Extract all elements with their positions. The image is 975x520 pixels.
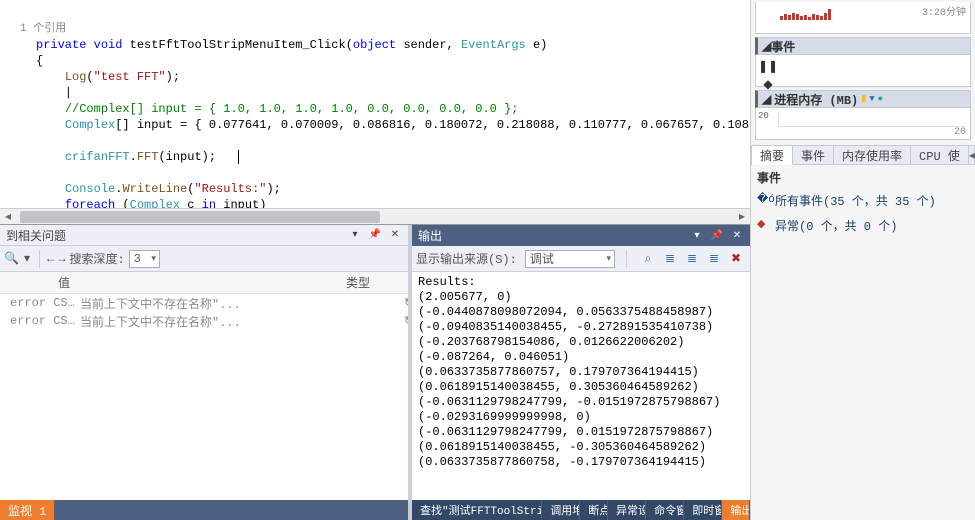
tab-memory[interactable]: 内存使用率 [834, 146, 911, 164]
pin-icon[interactable]: 📌 [710, 229, 724, 243]
timeline-label: 3:20分钟 [922, 3, 966, 19]
output-source-label: 显示输出来源(S): [416, 250, 517, 267]
close-icon[interactable]: ✕ [730, 229, 744, 243]
output-tab[interactable]: 调用堆栈 [542, 500, 580, 520]
output-panel: 输出 ▾ 📌 ✕ 显示输出来源(S): 调试 ⌕ ≣ ≣ ≣ ✖ [412, 225, 750, 520]
col-type[interactable]: 类型 [346, 274, 408, 291]
refresh-icon[interactable]: ↻ [390, 296, 408, 310]
diamond-marker-icon[interactable]: ◆ [761, 77, 775, 91]
watch-header-row[interactable]: 值 类型 [0, 272, 408, 294]
tab-summary[interactable]: 摘要 [752, 146, 793, 165]
search-depth-combo[interactable]: 3 [129, 250, 160, 268]
dropdown-icon[interactable]: ▾ [690, 229, 704, 243]
output-tab[interactable]: 异常设置 [608, 500, 646, 520]
output-titlebar[interactable]: 输出 ▾ 📌 ✕ [412, 225, 750, 246]
scroll-left-arrow[interactable]: ◂ [0, 209, 16, 225]
output-tabstrip: 查找"测试FFTToolStripMenuItem_Clic...调用堆栈断点异… [412, 500, 750, 520]
output-text[interactable]: Results: (2.005677, 0) (-0.0440878098072… [412, 272, 750, 500]
all-events-row[interactable]: �ó 所有事件(35 个，共 35 个) [751, 188, 975, 213]
output-toolbar: 显示输出来源(S): 调试 ⌕ ≣ ≣ ≣ ✖ [412, 246, 750, 272]
text-cursor [238, 150, 239, 164]
scroll-thumb[interactable] [20, 211, 380, 223]
pin-icon[interactable]: 📌 [368, 228, 382, 242]
tab-events[interactable]: 事件 [793, 146, 834, 164]
search-depth-label: 搜索深度: [69, 250, 124, 267]
pause-icon[interactable]: ❚❚ [761, 59, 775, 73]
watch-title: 到相关问题 [6, 227, 66, 244]
output-tab[interactable]: 查找"测试FFTToolStripMenuItem_Clic... [412, 500, 542, 520]
refresh-icon[interactable]: ↻ [390, 314, 408, 328]
prev-icon[interactable]: ≣ [660, 250, 680, 268]
exceptions-row[interactable]: ◆ 异常(0 个，共 0 个) [751, 213, 975, 238]
output-tab[interactable]: 断点 [580, 500, 608, 520]
diag-tabs: 摘要 事件 内存使用率 CPU 使 ◂ ▸ [751, 145, 975, 165]
close-icon[interactable]: ✕ [388, 228, 402, 242]
tab-watch-1[interactable]: 监视 1 [0, 500, 55, 520]
nav-back-icon[interactable]: ← [47, 252, 54, 266]
output-tab[interactable]: 输出 [722, 500, 750, 520]
events-section: 事件 �ó 所有事件(35 个，共 35 个) ◆ 异常(0 个，共 0 个) [751, 167, 975, 238]
watch-tabstrip: 监视 1 [0, 500, 408, 520]
output-title: 输出 [418, 227, 442, 244]
events-section-title: 事件 [751, 167, 975, 188]
error-row[interactable]: error CS0103:当前上下文中不存在名称"...↻ [0, 312, 408, 330]
error-row[interactable]: error CS0103:当前上下文中不存在名称"...↻ [0, 294, 408, 312]
timeline-chart[interactable]: 3:20分钟 [755, 2, 971, 34]
next-icon[interactable]: ≣ [682, 250, 702, 268]
output-tab[interactable]: 命令窗口 [646, 500, 684, 520]
dropdown-icon[interactable]: ▾ [348, 228, 362, 242]
code-editor[interactable]: 1 个引用 private void testFftToolStripMenuI… [0, 0, 750, 225]
exception-icon: ◆ [757, 217, 769, 231]
search-icon[interactable]: 🔍 [4, 251, 18, 266]
events-icon: �ó [757, 192, 769, 206]
col-value[interactable]: 值 [58, 274, 346, 291]
editor-horizontal-scrollbar[interactable]: ◂ ▸ [0, 208, 750, 224]
memory-chart[interactable]: 20 20 [755, 108, 971, 140]
watch-titlebar[interactable]: 到相关问题 ▾ 📌 ✕ [0, 225, 408, 246]
reference-count[interactable]: 1 个引用 [6, 23, 66, 35]
output-source-combo[interactable]: 调试 [525, 250, 615, 268]
output-tab[interactable]: 即时窗口 [684, 500, 722, 520]
watch-panel: 到相关问题 ▾ 📌 ✕ 🔍 ▾ ← → 搜索深度: 3 [0, 225, 412, 520]
clear-icon[interactable]: ✖ [726, 250, 746, 268]
watch-toolbar: 🔍 ▾ ← → 搜索深度: 3 [0, 246, 408, 272]
find-icon[interactable]: ⌕ [638, 250, 658, 268]
events-chart[interactable]: ❚❚ ◆ [755, 55, 971, 87]
memory-y-tick: 20 [758, 112, 776, 121]
scroll-right-arrow[interactable]: ▸ [734, 209, 750, 225]
wrap-icon[interactable]: ≣ [704, 250, 724, 268]
diagnostics-panel: 3:20分钟 ◢ 事件 ❚❚ ◆ ◢ 进程内存 (MB) ▮▼● 20 20 摘… [750, 0, 975, 520]
tab-cpu[interactable]: CPU 使 [911, 146, 969, 164]
events-chart-header[interactable]: ◢ 事件 [755, 37, 971, 55]
nav-fwd-icon[interactable]: → [58, 252, 65, 266]
